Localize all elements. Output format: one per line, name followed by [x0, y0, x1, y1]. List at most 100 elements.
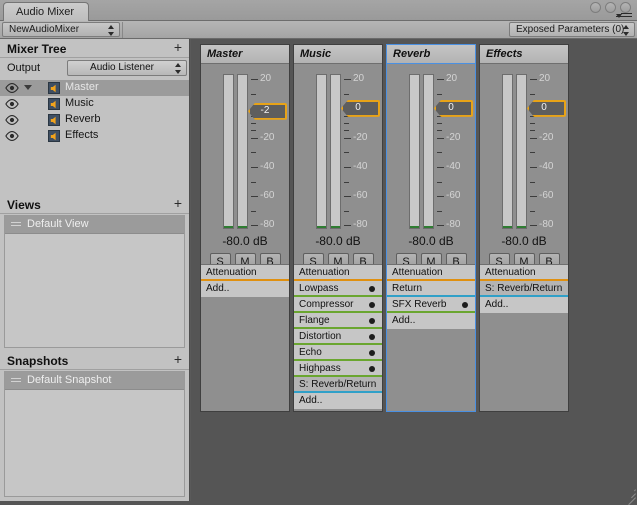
strip-header[interactable]: Effects: [480, 45, 568, 64]
effect-bypass-toggle-icon[interactable]: [369, 286, 375, 292]
mixer-tree-list: Master Music Reverb Effects: [0, 80, 189, 144]
strip-header[interactable]: Master: [201, 45, 289, 64]
speaker-icon: [48, 114, 60, 126]
mixer-asset-dropdown[interactable]: NewAudioMixer: [2, 22, 120, 37]
fader-value: 0: [355, 101, 361, 113]
mixer-tree-row-reverb[interactable]: Reverb: [0, 112, 189, 128]
drag-handle-icon[interactable]: [11, 378, 21, 383]
db-scale: 200-20-40-60-80: [251, 73, 289, 230]
volume-fader-handle[interactable]: -2: [248, 102, 287, 120]
effect-bypass-toggle-icon[interactable]: [369, 334, 375, 340]
effect-slot[interactable]: Attenuation: [201, 265, 289, 281]
add-effect-button[interactable]: Add..: [480, 297, 568, 313]
minimize-button[interactable]: [590, 2, 601, 13]
scale-tick: [437, 79, 444, 81]
mixer-tree-row-master[interactable]: Master: [0, 80, 189, 96]
effect-bypass-toggle-icon[interactable]: [462, 302, 468, 308]
volume-fader-handle[interactable]: 0: [527, 99, 566, 117]
vu-meters: [223, 74, 249, 229]
vu-meter-right: [516, 74, 527, 229]
scale-tick: [344, 79, 351, 81]
scale-tick: [251, 137, 258, 139]
mixer-strip-effects[interactable]: Effects200-20-40-60-800-80.0 dBSMBAttenu…: [479, 44, 569, 412]
scale-tick-label: 20: [260, 73, 272, 85]
hamburger-menu-icon[interactable]: [616, 13, 632, 21]
scale-tick-label: -20: [260, 131, 275, 143]
scale-tick-label: -60: [446, 190, 461, 202]
effect-bypass-toggle-icon[interactable]: [369, 302, 375, 308]
add-effect-button[interactable]: Add..: [387, 313, 475, 329]
scale-tick-label: -40: [353, 160, 368, 172]
db-readout: -80.0 dB: [222, 234, 268, 248]
strip-header[interactable]: Music: [294, 45, 382, 64]
mixer-tree-row-music[interactable]: Music: [0, 96, 189, 112]
scale-tick: [437, 196, 444, 198]
visibility-eye-icon[interactable]: [5, 83, 19, 93]
add-effect-button[interactable]: Add..: [294, 393, 382, 409]
mixer-tree-row-effects[interactable]: Effects: [0, 128, 189, 144]
strip-body: 200-20-40-60-800-80.0 dBSMB: [387, 64, 475, 271]
strip-name: Effects: [486, 48, 523, 60]
visibility-eye-icon[interactable]: [5, 115, 19, 125]
tab-audio-mixer[interactable]: Audio Mixer: [3, 2, 90, 21]
visibility-eye-icon[interactable]: [5, 131, 19, 141]
effect-slot[interactable]: Distortion: [294, 329, 382, 345]
output-dropdown[interactable]: Audio Listener: [67, 60, 187, 76]
scale-tick-label: -40: [446, 160, 461, 172]
scale-tick-label: -40: [260, 160, 275, 172]
effect-slot-label: Attenuation: [299, 267, 350, 278]
snapshot-item[interactable]: Default Snapshot: [5, 372, 184, 390]
effect-slot[interactable]: Compressor: [294, 297, 382, 313]
effect-slot[interactable]: S: Reverb/Return: [294, 377, 382, 393]
foldout-triangle-icon[interactable]: [24, 85, 32, 90]
view-item-label: Default View: [27, 218, 89, 230]
effect-bypass-toggle-icon[interactable]: [369, 318, 375, 324]
effect-slot[interactable]: SFX Reverb: [387, 297, 475, 313]
add-view-button[interactable]: +: [174, 196, 182, 211]
exposed-parameters-label: Exposed Parameters (0): [516, 24, 625, 35]
view-item[interactable]: Default View: [5, 216, 184, 234]
effect-slot[interactable]: Attenuation: [387, 265, 475, 281]
resize-grip[interactable]: [623, 487, 636, 505]
mixer-strip-master[interactable]: Master200-20-40-60-80-2-80.0 dBSMBAttenu…: [200, 44, 290, 412]
effect-slot[interactable]: Echo: [294, 345, 382, 361]
effect-slot[interactable]: Lowpass: [294, 281, 382, 297]
add-effect-button[interactable]: Add..: [201, 281, 289, 297]
close-button[interactable]: [620, 2, 631, 13]
volume-fader-handle[interactable]: 0: [341, 99, 380, 117]
scale-tick-label: -60: [260, 190, 275, 202]
views-title: Views: [7, 198, 41, 212]
effect-bypass-toggle-icon[interactable]: [369, 366, 375, 372]
vu-meter-right: [423, 74, 434, 229]
drag-handle-icon[interactable]: [11, 222, 21, 227]
effect-slot[interactable]: S: Reverb/Return: [480, 281, 568, 297]
mixer-strips-canvas: Master200-20-40-60-80-2-80.0 dBSMBAttenu…: [191, 39, 637, 501]
effect-slot[interactable]: Attenuation: [480, 265, 568, 281]
scale-tick: [530, 123, 535, 124]
mixer-strip-reverb[interactable]: Reverb200-20-40-60-800-80.0 dBSMBAttenua…: [386, 44, 476, 412]
exposed-parameters-dropdown[interactable]: Exposed Parameters (0): [509, 22, 635, 37]
scale-tick: [251, 123, 256, 124]
effect-bypass-toggle-icon[interactable]: [369, 350, 375, 356]
maximize-button[interactable]: [605, 2, 616, 13]
strip-header[interactable]: Reverb: [387, 45, 475, 64]
updown-arrows-icon: [108, 25, 115, 36]
vu-meter-right: [237, 74, 248, 229]
scale-tick: [344, 123, 349, 124]
scale-tick-label: -20: [446, 131, 461, 143]
db-readout: -80.0 dB: [501, 234, 547, 248]
visibility-eye-icon[interactable]: [5, 99, 19, 109]
effect-slot[interactable]: Flange: [294, 313, 382, 329]
effect-slot-label: S: Reverb/Return: [299, 379, 377, 390]
window-controls: [590, 2, 631, 13]
add-snapshot-button[interactable]: +: [174, 352, 182, 367]
scale-tick: [530, 181, 535, 183]
mixer-strip-music[interactable]: Music200-20-40-60-800-80.0 dBSMBAttenuat…: [293, 44, 383, 412]
effect-slot[interactable]: Highpass: [294, 361, 382, 377]
effect-slot[interactable]: Attenuation: [294, 265, 382, 281]
add-group-button[interactable]: +: [174, 40, 182, 55]
vu-meter-left: [502, 74, 513, 229]
volume-fader-handle[interactable]: 0: [434, 99, 473, 117]
scale-tick: [437, 123, 442, 124]
effect-slot[interactable]: Return: [387, 281, 475, 297]
